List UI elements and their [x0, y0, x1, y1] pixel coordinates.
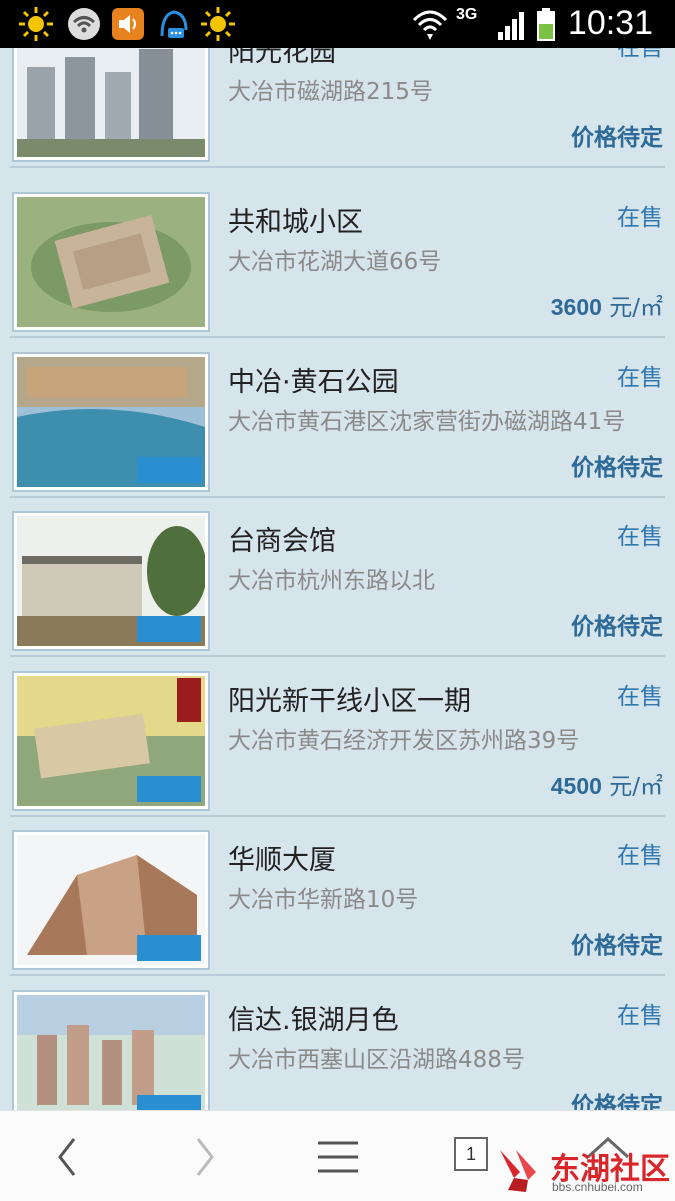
battery-icon — [537, 8, 555, 41]
listing-title[interactable]: 华顺大厦 — [228, 838, 336, 877]
list-item[interactable]: 华顺大厦 大冶市华新路10号 在售 价格待定 — [10, 816, 665, 976]
listing-price: 价格待定 — [571, 448, 663, 482]
listing-price: 价格待定 — [571, 926, 663, 960]
wifi-icon — [68, 8, 100, 40]
watermark: 东湖社区 bbs.cnhubei.com — [496, 1140, 671, 1196]
listing-address: 大冶市杭州东路以北 — [228, 568, 435, 594]
status-badge: 在售 — [617, 684, 663, 710]
listing-price: 3600 元/㎡ — [551, 288, 663, 322]
cell-signal-icon — [498, 12, 524, 40]
forward-icon[interactable] — [176, 1129, 232, 1185]
menu-icon[interactable] — [310, 1129, 366, 1185]
listing-title[interactable]: 中冶·黄石公园 — [228, 360, 399, 399]
status-badge: 在售 — [617, 365, 663, 391]
price-text: 价格待定 — [571, 1093, 663, 1110]
status-badge: 在售 — [617, 48, 663, 61]
list-item[interactable]: 台商会馆 大冶市杭州东路以北 在售 价格待定 — [10, 497, 665, 657]
sun-icon — [19, 7, 53, 41]
tab-count-button[interactable]: 1 — [454, 1137, 488, 1171]
back-icon[interactable] — [40, 1129, 96, 1185]
listing-thumbnail[interactable] — [12, 671, 210, 811]
listing-title[interactable]: 阳光新干线小区一期 — [228, 679, 471, 718]
listing-address: 大冶市西塞山区沿湖路488号 — [228, 1047, 525, 1073]
listing-title[interactable]: 信达.银湖月色 — [228, 998, 399, 1037]
sun-icon — [201, 7, 235, 41]
status-badge: 在售 — [617, 1003, 663, 1029]
listing-address: 大冶市磁湖路215号 — [228, 79, 433, 105]
clock: 10:31 — [567, 4, 653, 42]
price-value: 3600 — [550, 294, 602, 320]
listing-address: 大冶市华新路10号 — [228, 887, 419, 913]
listing-price: 价格待定 — [571, 118, 663, 152]
status-bar: 3G 10:31 — [0, 0, 675, 48]
listing-title[interactable]: 台商会馆 — [228, 519, 336, 558]
listing-thumbnail[interactable] — [12, 352, 210, 492]
list-item[interactable]: 中冶·黄石公园 大冶市黄石港区沈家营街办磁湖路41号 在售 价格待定 — [10, 338, 665, 498]
notification-icon — [160, 10, 188, 38]
status-badge: 在售 — [617, 524, 663, 550]
watermark-logo-icon — [500, 1150, 536, 1192]
listing-price: 价格待定 — [571, 1086, 663, 1110]
listing-thumbnail[interactable] — [12, 192, 210, 332]
price-text: 价格待定 — [571, 125, 663, 151]
listing-address: 大冶市黄石港区沈家营街办磁湖路41号 — [228, 409, 626, 435]
listing-price: 价格待定 — [571, 607, 663, 641]
list-item[interactable]: 共和城小区 大冶市花湖大道66号 在售 3600 元/㎡ — [10, 178, 665, 338]
status-badge: 在售 — [617, 843, 663, 869]
volume-icon — [112, 8, 144, 40]
listing-title[interactable]: 共和城小区 — [228, 200, 363, 239]
wifi-signal-icon — [412, 10, 448, 40]
listing-thumbnail[interactable] — [12, 830, 210, 970]
listing-thumbnail[interactable] — [12, 511, 210, 651]
listing-thumbnail[interactable] — [12, 48, 210, 162]
watermark-url: bbs.cnhubei.com — [552, 1180, 643, 1194]
price-value: 4500 — [550, 773, 602, 799]
price-text: 价格待定 — [571, 455, 663, 481]
price-unit: 元/㎡ — [601, 774, 663, 800]
listing-thumbnail[interactable] — [12, 990, 210, 1110]
price-unit: 元/㎡ — [601, 295, 663, 321]
list-item[interactable]: 信达.银湖月色 大冶市西塞山区沿湖路488号 在售 价格待定 — [10, 976, 665, 1110]
status-badge: 在售 — [617, 205, 663, 231]
list-item[interactable]: 阳光花园 大冶市磁湖路215号 在售 价格待定 — [10, 48, 665, 168]
price-text: 价格待定 — [571, 614, 663, 640]
listing-price: 4500 元/㎡ — [551, 767, 663, 801]
list-item[interactable]: 阳光新干线小区一期 大冶市黄石经济开发区苏州路39号 在售 4500 元/㎡ — [10, 657, 665, 817]
listing-title[interactable]: 阳光花园 — [228, 48, 336, 69]
listing-address: 大冶市黄石经济开发区苏州路39号 — [228, 728, 580, 754]
listing-list[interactable]: 阳光花园 大冶市磁湖路215号 在售 价格待定 共和城小区 大冶市花湖大道66号… — [0, 48, 675, 1110]
price-text: 价格待定 — [571, 933, 663, 959]
listing-address: 大冶市花湖大道66号 — [228, 249, 442, 275]
network-type-label: 3G — [456, 6, 478, 23]
